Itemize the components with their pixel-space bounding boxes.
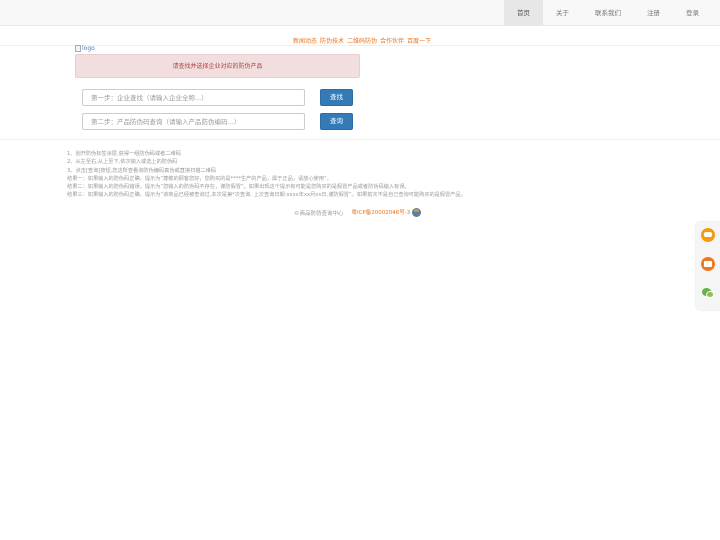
product-code-input[interactable] — [82, 113, 305, 130]
instruction-line: 2、从左至右,从上至下,依次输入或选上的防伪码 — [67, 159, 178, 166]
alert-message: 请查找并选择企业对应的防伪产品 — [75, 54, 360, 78]
instruction-line: 结果一：如果输入的防伪码正确，提示为“尊敬的顾客您好，您购买的是****生产的产… — [67, 175, 332, 182]
instruction-line: 结果二：如果输入的防伪码错误，提示为“您输入的防伪码不存在，谨防假冒”。如果出现… — [67, 184, 410, 191]
floating-sidebar — [696, 222, 720, 310]
icp-link[interactable]: 粤ICP备20002046号-3 — [352, 208, 422, 217]
nav-login[interactable]: 登录 — [673, 0, 712, 26]
nav-register[interactable]: 注册 — [634, 0, 673, 26]
logo: logo — [75, 45, 95, 52]
nav-contact[interactable]: 联系我们 — [582, 0, 634, 26]
instructions: 1、刮开防伪标签涂层,获得一组防伪码或者二维码 2、从左至右,从上至下,依次输入… — [67, 150, 466, 200]
police-badge-icon — [412, 208, 422, 217]
footer: ©商品防伪查询中心 粤ICP备20002046号-3 — [294, 208, 422, 217]
top-links: 新闻动态 防伪技术 二维码防伪 合作伙伴 百度一下 — [293, 36, 431, 45]
link-partners[interactable]: 合作伙伴 — [380, 36, 404, 45]
icp-text: 粤ICP备20002046号-3 — [351, 210, 411, 216]
copyright: ©商品防伪查询中心 — [294, 210, 344, 217]
company-search-input[interactable] — [82, 89, 305, 106]
header-divider — [0, 45, 720, 46]
phone-icon[interactable] — [701, 257, 715, 271]
nav-home[interactable]: 首页 — [504, 0, 543, 26]
logo-alt-text: logo — [82, 45, 95, 52]
instruction-line: 结果三：如果输入的防伪码正确，提示为“该商品已经被查询过,本次是第*次查询, 上… — [67, 192, 466, 199]
top-navbar: 首页 关于 联系我们 注册 登录 — [0, 0, 720, 26]
link-qrcode[interactable]: 二维码防伪 — [347, 36, 377, 45]
link-baidu[interactable]: 百度一下 — [407, 36, 431, 45]
link-tech[interactable]: 防伪技术 — [320, 36, 344, 45]
chat-icon[interactable] — [701, 228, 715, 242]
product-query-button[interactable]: 查询 — [320, 113, 353, 130]
wechat-icon[interactable] — [701, 286, 715, 300]
instruction-line: 3、点击[查询]按钮,您这所查看询防伪编码真伪或直接扫描二维码 — [67, 167, 217, 174]
main-nav: 首页 关于 联系我们 注册 登录 — [504, 0, 712, 26]
nav-about[interactable]: 关于 — [543, 0, 582, 26]
link-news[interactable]: 新闻动态 — [293, 36, 317, 45]
content-divider — [0, 139, 720, 140]
broken-image-icon — [75, 45, 81, 52]
instruction-line: 1、刮开防伪标签涂层,获得一组防伪码或者二维码 — [67, 151, 181, 157]
company-search-button[interactable]: 查找 — [320, 89, 353, 106]
wechat-bubble-right — [706, 291, 714, 298]
